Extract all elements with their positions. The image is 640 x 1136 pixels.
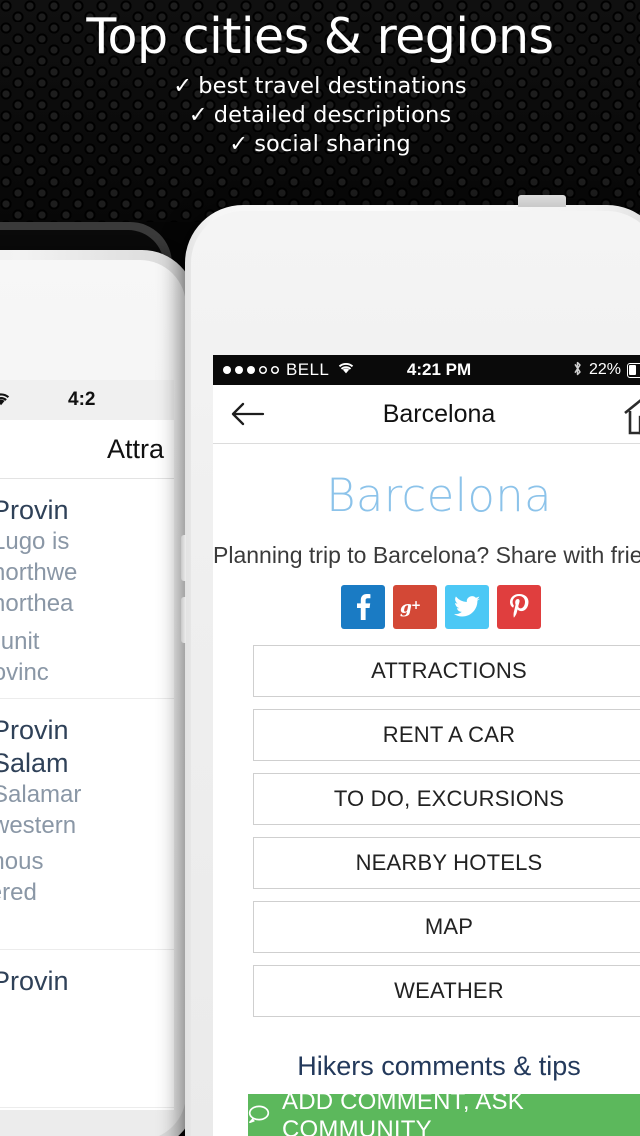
add-comment-label: ADD COMMENT, ASK COMMUNITY xyxy=(282,1088,524,1136)
social-share-row: g + xyxy=(213,569,640,629)
status-bar: BELL 4:21 PM 22% xyxy=(213,355,640,385)
menu-button-weather[interactable]: WEATHER xyxy=(253,965,640,1017)
foreground-white-phone: BELL 4:21 PM 22% Barcelona Barcelona Pla… xyxy=(181,195,640,1136)
list-item-desc-line: amo xyxy=(0,908,174,939)
check-icon: ✓ xyxy=(188,102,208,128)
phone-screen: BELL 4:21 PM 22% Barcelona Barcelona Pla… xyxy=(213,355,640,1136)
list-item[interactable]: Provin Lugo is northwe northea utonomous… xyxy=(0,479,174,699)
background-navbar-title: Attra xyxy=(106,433,164,464)
banner-feature-label: best travel destinations xyxy=(198,73,467,99)
list-item-desc-line: utonomous communit xyxy=(0,628,40,655)
battery-icon xyxy=(627,362,640,378)
banner-feature-item: ✓ detailed descriptions xyxy=(0,101,640,130)
list-item-desc-line: ordered by the provinc xyxy=(0,659,49,686)
twitter-share-button[interactable] xyxy=(445,585,489,629)
list-item-desc-line: northea xyxy=(0,590,74,617)
promo-banner: Top cities & regions ✓ best travel destin… xyxy=(0,0,640,222)
check-icon: ✓ xyxy=(173,73,193,99)
list-item-desc-line: Lugo is xyxy=(0,528,70,555)
page-content: Barcelona Planning trip to Barcelona? Sh… xyxy=(213,444,640,1136)
list-item-desc-line: western xyxy=(0,812,77,839)
list-item-title: Provin xyxy=(0,495,69,525)
list-item-desc-line: art of the autonomous xyxy=(0,848,44,875)
wifi-icon xyxy=(0,390,12,410)
banner-feature-list: ✓ best travel destinations ✓ detailed desc… xyxy=(0,72,640,159)
banner-feature-label: detailed descriptions xyxy=(213,102,452,128)
background-navbar: Attra xyxy=(0,420,174,479)
svg-text:+: + xyxy=(411,598,421,612)
volume-up-button[interactable] xyxy=(181,535,186,581)
background-silver-phone: BELL 4:2 Attra xyxy=(0,250,196,1136)
list-item[interactable]: Provin xyxy=(0,950,174,1108)
list-item-desc-line: d León. It is bordered xyxy=(0,879,37,906)
screenshot-stage: Top cities & regions ✓ best travel destin… xyxy=(0,0,640,1136)
list-item-desc-line: Salamar xyxy=(0,781,82,808)
power-button[interactable] xyxy=(518,195,566,207)
banner-title: Top cities & regions xyxy=(86,8,554,65)
background-clock: 4:2 xyxy=(68,389,96,410)
volume-down-button[interactable] xyxy=(181,597,186,643)
menu-button-nearby-hotels[interactable]: NEARBY HOTELS xyxy=(253,837,640,889)
navbar-title: Barcelona xyxy=(382,399,496,428)
check-icon: ✓ xyxy=(229,131,249,157)
menu-button-to-do-excursions[interactable]: TO DO, EXCURSIONS xyxy=(253,773,640,825)
share-prompt: Planning trip to Barcelona? Share with f… xyxy=(213,542,640,568)
facebook-share-button[interactable] xyxy=(341,585,385,629)
add-comment-button[interactable]: ADD COMMENT, ASK COMMUNITY xyxy=(248,1088,640,1136)
status-bar-right: 22% xyxy=(572,360,640,381)
background-status-left: BELL xyxy=(0,389,12,411)
banner-feature-item: ✓ social sharing xyxy=(0,130,640,159)
bluetooth-icon xyxy=(572,360,583,381)
navigation-bar: Barcelona xyxy=(213,385,640,444)
comment-bubble-icon xyxy=(248,1102,272,1130)
home-icon[interactable] xyxy=(623,393,640,435)
list-item-desc-line: northwe xyxy=(0,559,78,586)
list-item-title: Provin xyxy=(0,715,69,745)
list-item-title: Provin xyxy=(0,966,69,996)
menu-button-attractions[interactable]: ATTRACTIONS xyxy=(253,645,640,697)
menu-button-rent-a-car[interactable]: RENT A CAR xyxy=(253,709,640,761)
google-plus-share-button[interactable]: g + xyxy=(393,585,437,629)
silver-phone-screen: BELL 4:2 Attra xyxy=(0,380,174,1110)
battery-percent-label: 22% xyxy=(588,361,621,378)
section-menu: ATTRACTIONS RENT A CAR TO DO, EXCURSIONS… xyxy=(213,629,640,1017)
list-item[interactable]: Provin Salam Salamar western art of the … xyxy=(0,699,174,950)
banner-feature-item: ✓ best travel destinations xyxy=(0,72,640,101)
banner-feature-label: social sharing xyxy=(254,131,411,157)
pinterest-share-button[interactable] xyxy=(497,585,541,629)
page-title: Barcelona xyxy=(326,469,552,522)
menu-button-map[interactable]: MAP xyxy=(253,901,640,953)
list-item-title: Salam xyxy=(0,748,69,778)
comments-heading: Hikers comments & tips xyxy=(297,1051,581,1081)
background-status-bar: BELL 4:2 xyxy=(0,380,174,420)
